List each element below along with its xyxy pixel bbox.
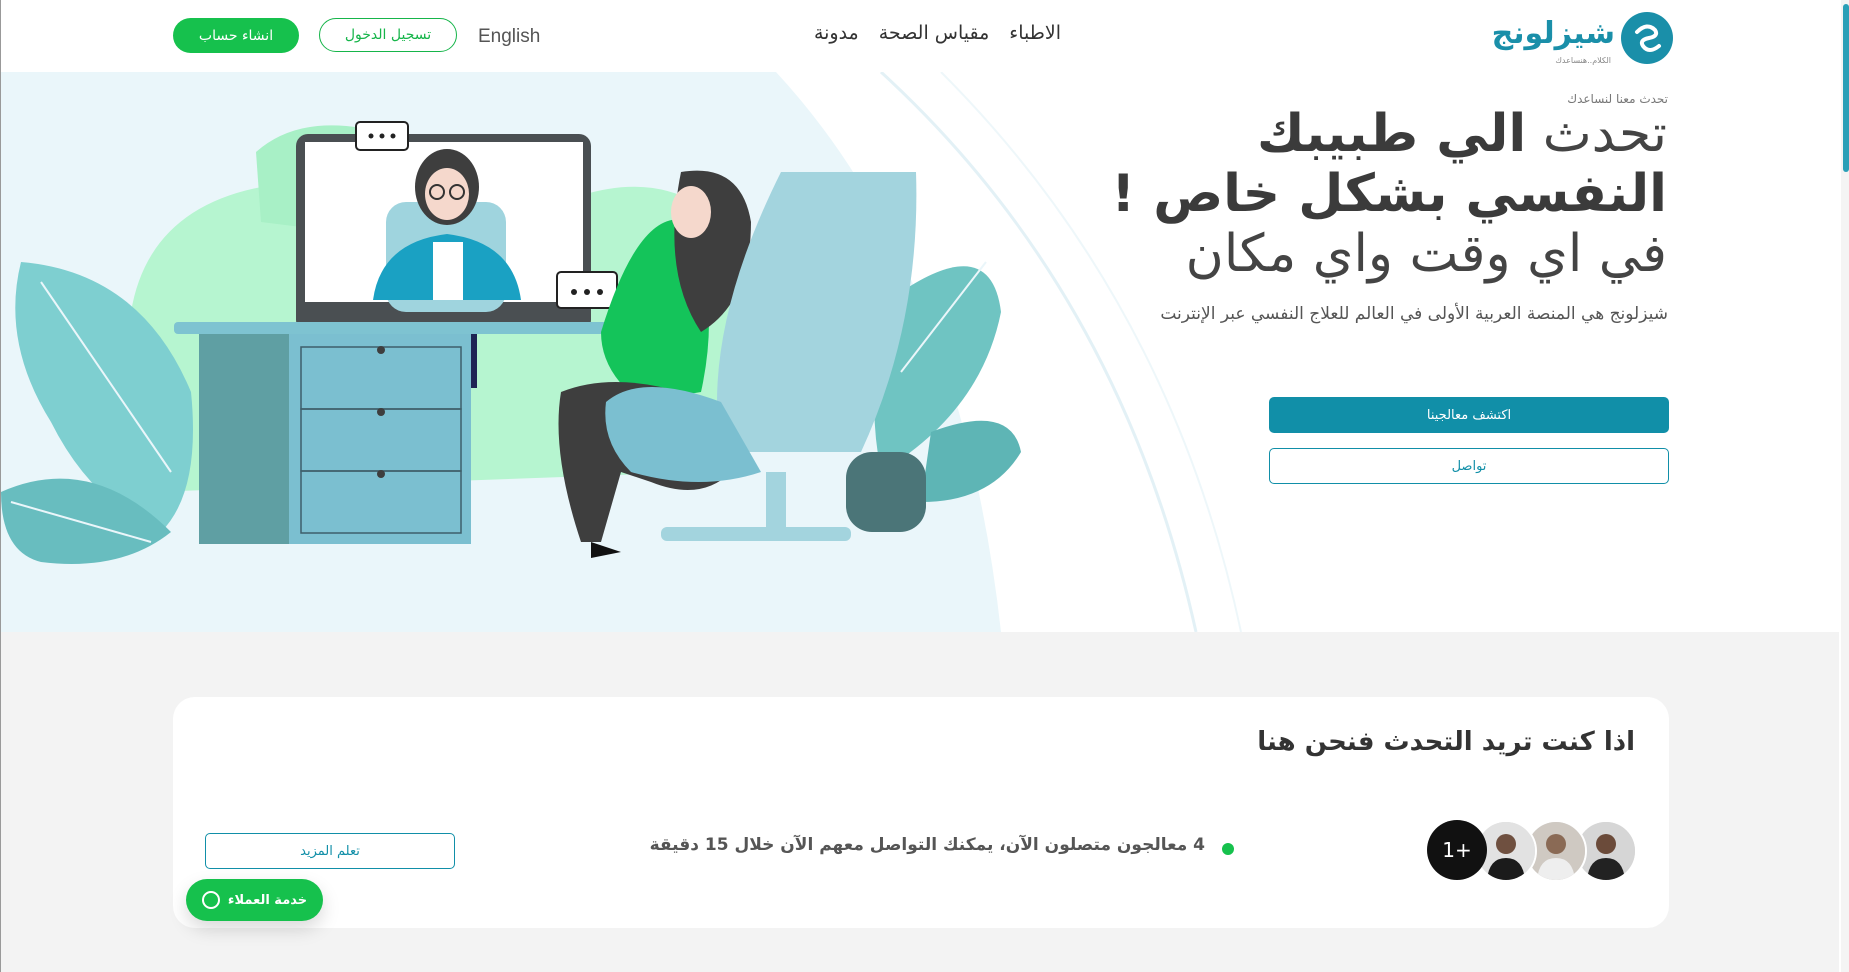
- brand-tagline: الكلام..هنساعدك: [1555, 56, 1611, 65]
- brand-logo[interactable]: شيزلونج الكلام..هنساعدك: [1492, 8, 1673, 66]
- discover-therapists-button[interactable]: اكتشف معالجينا: [1269, 397, 1669, 433]
- online-status-dot: [1222, 843, 1234, 855]
- login-button[interactable]: تسجيل الدخول: [319, 18, 457, 52]
- hero-heading-line3: في اي وقت واي مكان: [1185, 224, 1667, 284]
- talk-card-title: اذا كنت تريد التحدث فنحن هنا: [1257, 727, 1635, 757]
- hero-heading-light: تحدث: [1542, 104, 1667, 164]
- hero-heading-line1: تحدث الي طبيبك: [1107, 104, 1667, 164]
- customer-service-label: خدمة العملاء: [227, 892, 308, 908]
- language-switch[interactable]: English: [478, 26, 540, 48]
- nav-item-health-scale[interactable]: مقياس الصحة: [879, 22, 990, 48]
- contact-button[interactable]: تواصل: [1269, 448, 1669, 484]
- hero-heading: تحدث الي طبيبك النفسي بشكل خاص ! في اي و…: [1107, 104, 1667, 284]
- scrollbar-thumb[interactable]: [1843, 4, 1849, 172]
- online-therapists-text: 4 معالجون متصلون الآن، يمكنك التواصل معه…: [649, 835, 1205, 855]
- logo-icon: [1621, 12, 1673, 64]
- main-nav: الاطباء مقياس الصحة مدونة: [781, 22, 1061, 48]
- hero-heading-line2: النفسي بشكل خاص !: [1111, 164, 1667, 224]
- hero-subtitle: شيزلونج هي المنصة العربية الأولى في العا…: [1160, 304, 1668, 324]
- page: شيزلونج الكلام..هنساعدك الاطباء مقياس ال…: [0, 0, 1849, 972]
- customer-service-button[interactable]: خدمة العملاء: [186, 879, 323, 921]
- nav-item-blog[interactable]: مدونة: [814, 22, 859, 48]
- learn-more-button[interactable]: تعلم المزيد: [205, 833, 455, 869]
- more-therapists-badge[interactable]: 1+: [1427, 820, 1487, 880]
- page-scrollbar[interactable]: [1841, 0, 1849, 972]
- brand-name: شيزلونج: [1491, 16, 1615, 51]
- hero-heading-bold: الي طبيبك: [1257, 104, 1527, 164]
- headset-icon: [201, 891, 220, 909]
- talk-card: اذا كنت تريد التحدث فنحن هنا 1+ 4 معالجو…: [173, 697, 1669, 928]
- therapist-avatars: 1+: [1427, 820, 1637, 882]
- nav-item-doctors[interactable]: الاطباء: [1009, 22, 1061, 48]
- signup-button[interactable]: انشاء حساب: [173, 18, 299, 53]
